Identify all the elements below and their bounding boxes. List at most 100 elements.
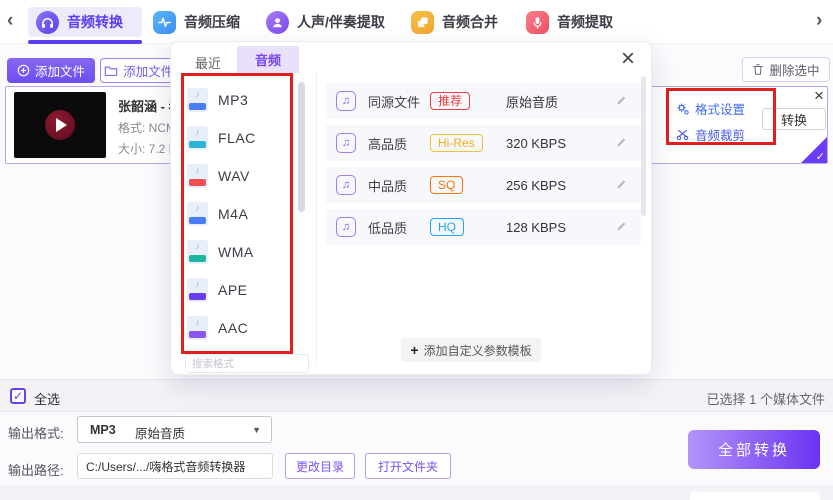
quality-row-high[interactable]: ♫ 高品质 Hi-Res 320 KBPS: [326, 125, 641, 161]
format-settings-link[interactable]: 格式设置: [676, 99, 745, 118]
add-template-label: 添加自定义参数模板: [424, 342, 532, 359]
modal-close-icon[interactable]: ×: [621, 45, 635, 73]
output-format-label: 输出格式:: [8, 423, 64, 442]
open-folder-button[interactable]: 打开文件夹: [365, 453, 451, 479]
add-file-button[interactable]: 添加文件: [7, 58, 95, 83]
vocal-icon: [266, 11, 289, 34]
tab-audio-convert[interactable]: 音频转换: [28, 7, 142, 37]
format-list-scrollbar[interactable]: [298, 82, 305, 212]
music-note-icon: ♫: [336, 175, 356, 195]
hq-badge: HQ: [430, 218, 464, 236]
modal-tab-audio[interactable]: 音频: [237, 46, 299, 73]
convert-all-button[interactable]: 全部转换: [688, 430, 820, 469]
modal-tab-recent[interactable]: 最近: [195, 53, 221, 72]
format-settings-label: 格式设置: [695, 99, 745, 118]
music-note-icon: ♫: [336, 91, 356, 111]
format-label: MP3: [218, 92, 248, 108]
quality-name: 中品质: [368, 176, 430, 195]
add-file-label: 添加文件: [35, 61, 85, 80]
scissors-icon: [676, 128, 690, 141]
quality-row-low[interactable]: ♫ 低品质 HQ 128 KBPS: [326, 209, 641, 245]
hires-badge: Hi-Res: [430, 134, 483, 152]
quality-value: 128 KBPS: [506, 220, 566, 235]
tab-vocal-extract[interactable]: 人声/伴奏提取: [266, 7, 385, 37]
format-item-mp3[interactable]: ♪ MP3: [187, 82, 287, 118]
output-format-dropdown[interactable]: MP3 原始音质 ▼: [77, 416, 272, 443]
plus-icon: +: [410, 342, 418, 358]
tab-label: 音频压缩: [184, 12, 240, 32]
tab-label: 音频合并: [442, 12, 498, 32]
file-format-icon: ♪: [187, 126, 208, 150]
chevron-down-icon: ▼: [252, 425, 261, 435]
edit-pencil-icon[interactable]: [615, 93, 628, 106]
selection-bar: ✓ 全选 已选择 1 个媒体文件: [0, 379, 833, 412]
output-format-codec: MP3: [90, 423, 116, 437]
quality-value: 320 KBPS: [506, 136, 566, 151]
format-label: WAV: [218, 168, 250, 184]
add-custom-template-button[interactable]: + 添加自定义参数模板: [401, 338, 541, 362]
tab-label: 人声/伴奏提取: [297, 12, 385, 32]
footer-strip: [0, 485, 833, 500]
headphones-icon: [36, 11, 59, 34]
edit-pencil-icon[interactable]: [615, 135, 628, 148]
select-all-checkbox[interactable]: ✓: [10, 388, 26, 404]
format-item-m4a[interactable]: ♪ M4A: [187, 196, 287, 232]
trash-icon: [752, 63, 764, 76]
quality-row-source[interactable]: ♫ 同源文件 推荐 原始音质: [326, 83, 641, 119]
convert-button[interactable]: 转换: [762, 108, 826, 130]
remove-file-icon[interactable]: ×: [814, 87, 824, 105]
format-item-flac[interactable]: ♪ FLAC: [187, 120, 287, 156]
microphone-icon: [526, 11, 549, 34]
format-picker-modal: 最近 音频 × ♪ MP3 ♪ FLAC ♪ WAV ♪ M4A ♪ WMA ♪…: [170, 41, 652, 375]
format-search-input[interactable]: [185, 354, 309, 373]
delete-selected-label: 删除选中: [769, 60, 819, 79]
output-path-label: 输出路径:: [8, 460, 64, 479]
audio-trim-link[interactable]: 音频裁剪: [676, 125, 745, 144]
file-format-icon: ♪: [187, 278, 208, 302]
format-label: M4A: [218, 206, 248, 222]
output-path-input[interactable]: [77, 453, 273, 479]
audio-trim-label: 音频裁剪: [695, 125, 745, 144]
plus-circle-icon: [17, 64, 30, 77]
file-format-icon: ♪: [187, 316, 208, 340]
check-icon: ✓: [816, 150, 825, 163]
music-note-icon: ♫: [336, 217, 356, 237]
footer-panel-edge: [690, 492, 820, 500]
modal-divider: [316, 72, 317, 362]
format-label: WMA: [218, 244, 254, 260]
quality-value: 原始音质: [506, 92, 558, 111]
quality-name: 低品质: [368, 218, 430, 237]
tab-audio-compress[interactable]: 音频压缩: [153, 7, 240, 37]
quality-row-medium[interactable]: ♫ 中品质 SQ 256 KBPS: [326, 167, 641, 203]
quality-value: 256 KBPS: [506, 178, 566, 193]
sq-badge: SQ: [430, 176, 463, 194]
format-item-wma[interactable]: ♪ WMA: [187, 234, 287, 270]
change-directory-button[interactable]: 更改目录: [285, 453, 355, 479]
tab-audio-extract[interactable]: 音频提取: [526, 7, 613, 37]
waveform-icon: [153, 11, 176, 34]
tab-audio-merge[interactable]: 音频合并: [411, 7, 498, 37]
selected-count-text: 已选择 1 个媒体文件: [707, 389, 825, 408]
delete-selected-button[interactable]: 删除选中: [742, 57, 830, 82]
format-item-aac[interactable]: ♪ AAC: [187, 310, 287, 346]
back-chevron-icon[interactable]: ‹: [7, 10, 13, 32]
format-item-ape[interactable]: ♪ APE: [187, 272, 287, 308]
forward-chevron-icon[interactable]: ›: [816, 10, 822, 32]
modal-scrollbar[interactable]: [641, 76, 646, 216]
edit-pencil-icon[interactable]: [615, 177, 628, 190]
edit-pencil-icon[interactable]: [615, 219, 628, 232]
media-format: 格式: NCM: [118, 119, 176, 136]
file-format-icon: ♪: [187, 202, 208, 226]
folder-icon: [104, 65, 118, 77]
merge-icon: [411, 11, 434, 34]
gear-icon: [676, 102, 690, 116]
play-button[interactable]: [45, 110, 75, 140]
format-label: FLAC: [218, 130, 256, 146]
top-tab-bar: ‹ 音频转换 音频压缩 人声/伴奏提取 音频合并 音频提取 ›: [0, 0, 833, 44]
output-format-quality: 原始音质: [135, 423, 185, 442]
format-item-wav[interactable]: ♪ WAV: [187, 158, 287, 194]
quality-name: 高品质: [368, 134, 430, 153]
tab-label: 音频提取: [557, 12, 613, 32]
select-all-label: 全选: [34, 389, 60, 408]
file-format-icon: ♪: [187, 240, 208, 264]
